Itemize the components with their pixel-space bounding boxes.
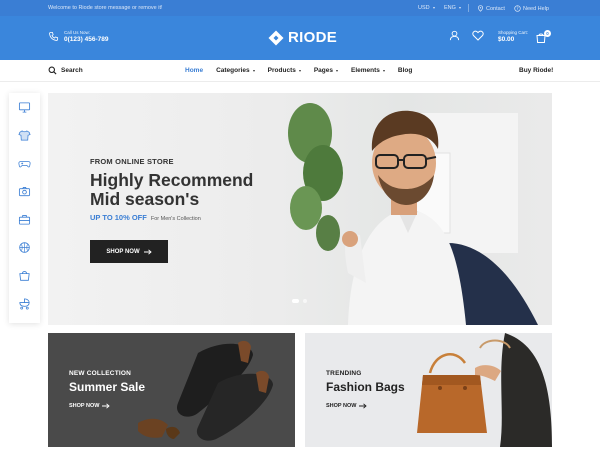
hero-shop-now-button[interactable]: SHOP NOW	[90, 240, 168, 263]
nav-item-label: Blog	[397, 67, 413, 74]
search-icon	[48, 66, 57, 75]
nav-item-label: Products	[267, 67, 296, 74]
basketball-icon[interactable]	[18, 241, 31, 254]
banner-title: Summer Sale	[69, 380, 146, 394]
hero-offer-text: UP TO 10% OFF	[90, 213, 147, 222]
logo-text: RIODE	[288, 29, 338, 46]
nav-item-products[interactable]: Products	[268, 67, 301, 74]
language-label: ENG	[444, 5, 456, 11]
briefcase-icon[interactable]	[18, 213, 31, 226]
language-select[interactable]: ENG	[444, 5, 461, 11]
cart-count-badge: 0	[544, 30, 551, 37]
currency-label: USD	[418, 5, 430, 11]
gamepad-icon[interactable]	[18, 157, 31, 170]
camera-icon[interactable]	[18, 185, 31, 198]
banner-shop-now-link[interactable]: SHOP NOW	[326, 403, 368, 409]
cart-label: Shopping Cart:	[498, 30, 529, 35]
chevron-down-icon	[432, 7, 435, 9]
banner-link-label: SHOP NOW	[69, 403, 100, 409]
chevron-down-icon	[382, 69, 385, 72]
slider-dot-active[interactable]	[292, 299, 299, 303]
hero-offer-sub: For Men's Collection	[150, 216, 201, 222]
heart-icon[interactable]	[472, 30, 484, 41]
hero-slider[interactable]: FROM ONLINE STORE Highly Recommend Mid s…	[48, 93, 552, 325]
nav-item-blog[interactable]: Blog	[398, 67, 412, 74]
tshirt-icon[interactable]	[18, 129, 31, 142]
divider	[468, 4, 469, 12]
nav-item-label: Elements	[351, 67, 380, 74]
hero-offer: UP TO 10% OFF For Men's Collection	[90, 213, 201, 222]
currency-select[interactable]: USD	[418, 5, 435, 11]
phone-number: 0(123) 456-789	[64, 36, 109, 43]
banner-fashion-bags[interactable]: TRENDING Fashion Bags SHOP NOW	[305, 333, 552, 447]
nav-item-label: Categories	[216, 67, 250, 74]
nav-item-pages[interactable]: Pages	[314, 67, 338, 74]
hero-button-label: SHOP NOW	[106, 248, 140, 255]
slider-dots	[292, 299, 307, 303]
top-bar: Welcome to Riode store message or remove…	[0, 0, 600, 16]
nav-item-home[interactable]: Home	[185, 67, 203, 74]
logo-diamond-icon	[268, 30, 284, 45]
nav-item-elements[interactable]: Elements	[351, 67, 385, 74]
call-us-block[interactable]: Call Us Now: 0(123) 456-789	[48, 30, 108, 43]
help-label: Need Help	[523, 5, 549, 12]
slider-dot[interactable]	[303, 299, 307, 303]
nav-item-label: Pages	[313, 67, 333, 74]
hero-model-photo	[288, 103, 538, 325]
bag-icon[interactable]	[18, 269, 31, 282]
buy-riode-link[interactable]: Buy Riode!	[519, 67, 553, 74]
nav-item-categories[interactable]: Categories	[216, 67, 255, 74]
nav-item-label: Home	[185, 67, 204, 74]
help-icon: ?	[514, 5, 521, 12]
hero-headline: Highly Recommend Mid season's	[90, 171, 290, 209]
arrow-right-icon	[143, 248, 152, 255]
arrow-right-icon	[359, 403, 368, 409]
chevron-down-icon	[336, 69, 338, 72]
arrow-right-icon	[102, 403, 111, 409]
contact-link[interactable]: Contact	[477, 5, 505, 12]
banner-title: Fashion Bags	[326, 380, 405, 394]
cart-summary[interactable]: Shopping Cart: $0.00	[498, 30, 528, 43]
nav-menu: Home Categories Products Pages Elements …	[185, 67, 425, 74]
search-toggle[interactable]: Search	[48, 66, 83, 75]
contact-label: Contact	[486, 5, 505, 12]
phone-icon	[49, 31, 59, 41]
chevron-down-icon	[298, 69, 301, 72]
call-us-label: Call Us Now:	[64, 30, 91, 35]
banner-shop-now-link[interactable]: SHOP NOW	[69, 403, 111, 409]
stroller-icon[interactable]	[18, 297, 31, 310]
welcome-message: Welcome to Riode store message or remove…	[48, 5, 163, 11]
search-label: Search	[61, 67, 83, 74]
hero-eyebrow: FROM ONLINE STORE	[90, 157, 174, 166]
category-sidebar	[9, 93, 40, 323]
banner-tag: NEW COLLECTION	[69, 370, 132, 377]
main-nav: Search Home Categories Products Pages El…	[0, 60, 600, 82]
banner-tag: TRENDING	[326, 370, 362, 377]
cart-total: $0.00	[498, 36, 515, 43]
map-pin-icon	[478, 5, 483, 12]
banner-link-label: SHOP NOW	[326, 403, 357, 409]
user-icon[interactable]	[449, 30, 460, 41]
help-link[interactable]: ? Need Help	[514, 5, 549, 12]
banner-summer-sale[interactable]: NEW COLLECTION Summer Sale SHOP NOW	[48, 333, 295, 447]
hero-headline-line1: Highly Recommend	[90, 170, 254, 190]
monitor-icon[interactable]	[18, 101, 31, 114]
chevron-down-icon	[252, 69, 255, 72]
chevron-down-icon	[458, 7, 461, 9]
hero-headline-line2: Mid season's	[90, 189, 200, 209]
site-logo[interactable]: RIODE	[268, 29, 337, 46]
main-header: Call Us Now: 0(123) 456-789 RIODE Shoppi…	[0, 16, 600, 60]
svg-text:?: ?	[516, 6, 518, 11]
